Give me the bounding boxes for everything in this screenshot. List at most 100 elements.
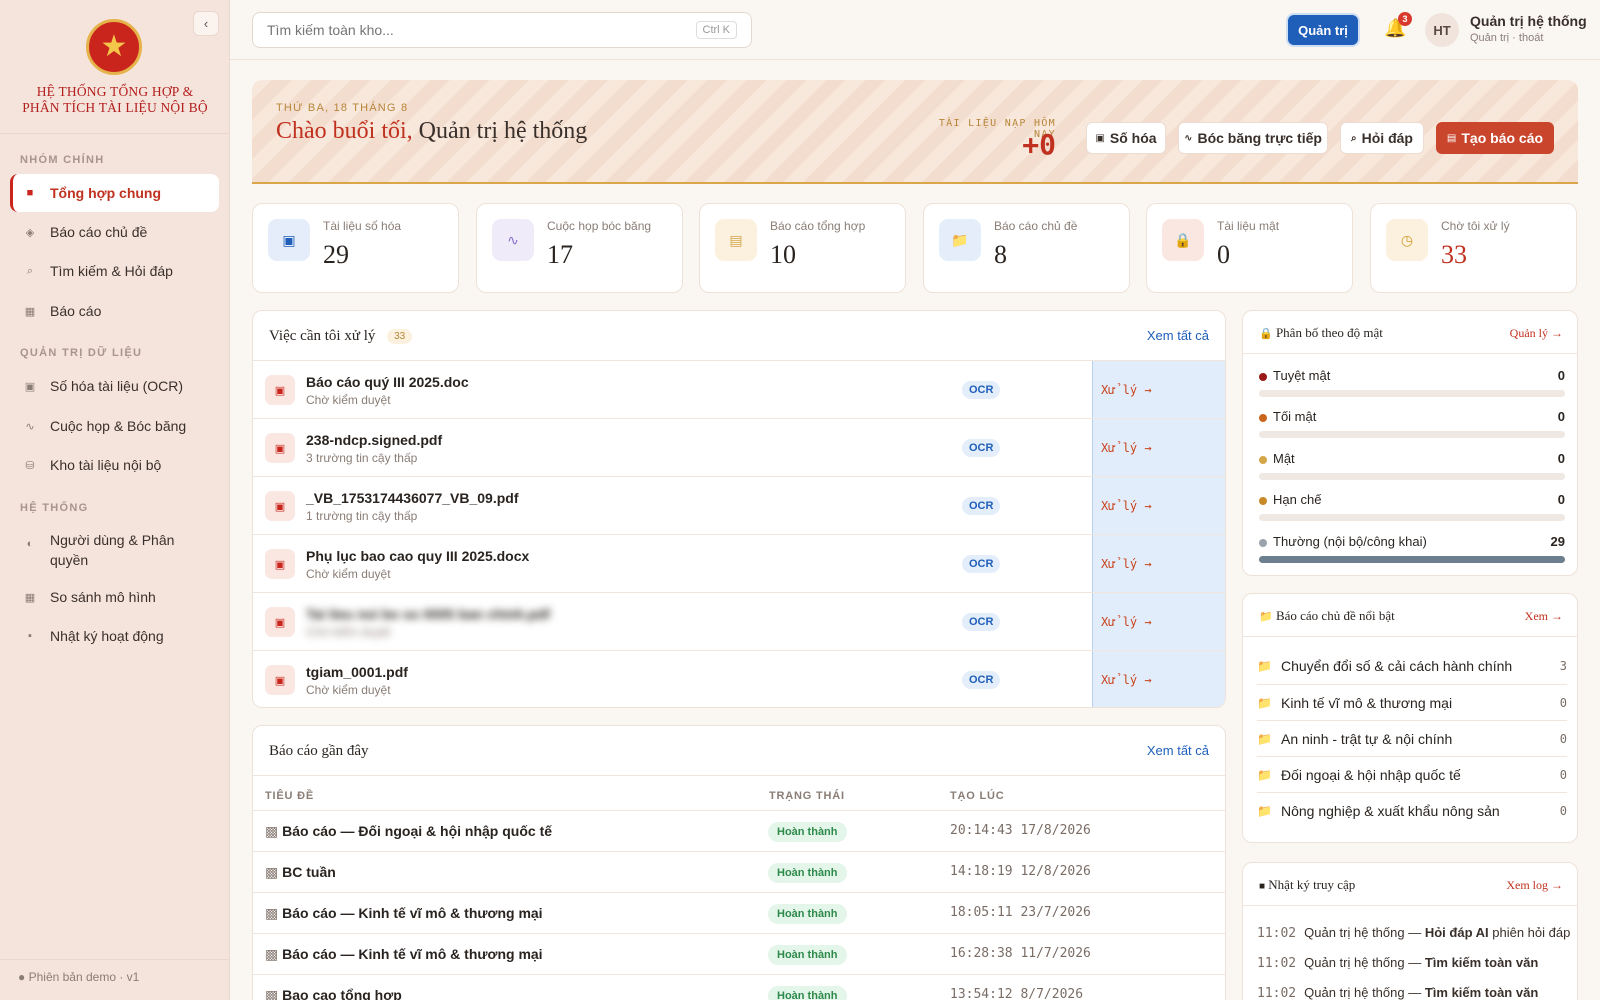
divider	[0, 959, 230, 960]
avatar[interactable]: HT	[1425, 13, 1459, 47]
process-button[interactable]: Xử lý →	[1092, 419, 1225, 477]
collapse-sidebar-button[interactable]: ‹	[193, 11, 219, 36]
stat-card-summary-reports[interactable]: ▤ Báo cáo tổng hợp 10	[699, 203, 906, 293]
qa-button[interactable]: ⌕ Hỏi đáp	[1340, 122, 1424, 154]
panel-title: 📁 Báo cáo chủ đề nổi bật	[1259, 608, 1395, 624]
status-dot-icon	[1259, 414, 1267, 422]
view-all-link[interactable]: Xem tất cả	[1147, 743, 1209, 758]
stat-value: 0	[1217, 240, 1230, 269]
live-transcribe-button[interactable]: ∿ Bóc băng trực tiếp	[1178, 122, 1328, 154]
todo-row[interactable]: ▣ tgiam_0001.pdf Chờ kiểm duyệt OCR Xử l…	[253, 650, 1225, 707]
sidebar-item-search-qa[interactable]: ⌕ Tìm kiếm & Hỏi đáp	[10, 252, 219, 290]
topic-count: 0	[1559, 732, 1567, 746]
stat-value: 17	[547, 240, 573, 269]
sidebar-item-reports[interactable]: ▦ Báo cáo	[10, 292, 219, 330]
stat-value: 10	[770, 240, 796, 269]
sidebar-item-meetings[interactable]: ∿ Cuộc họp & Bóc băng	[10, 407, 219, 445]
admin-button[interactable]: Quản trị	[1288, 15, 1358, 45]
view-link[interactable]: Xem →	[1525, 609, 1563, 624]
distribution-title: Phân bố theo độ mật	[1275, 325, 1383, 340]
sidebar-item-ocr[interactable]: ▣ Số hóa tài liệu (OCR)	[10, 367, 219, 405]
topic-count: 0	[1559, 768, 1567, 782]
global-search[interactable]: Ctrl K	[252, 12, 752, 48]
document-icon: ▩	[265, 987, 279, 1000]
topic-name: Đối ngoại & hội nhập quốc tế	[1281, 767, 1461, 783]
sidebar-item-repository[interactable]: ⛁ Kho tài liệu nội bộ	[10, 446, 219, 484]
document-icon: ▩	[265, 946, 279, 962]
list-item[interactable]: 📁 Đối ngoại & hội nhập quốc tế 0	[1257, 756, 1567, 792]
today-count: +0	[1022, 128, 1056, 161]
todo-row[interactable]: ▣ 238-ndcp.signed.pdf 3 trường tin cậy t…	[253, 418, 1225, 477]
status-dot-icon	[1259, 539, 1267, 547]
topic-count: 3	[1559, 659, 1567, 673]
todo-sub: Chờ kiểm duyệt	[306, 625, 391, 639]
process-button[interactable]: Xử lý →	[1092, 361, 1225, 419]
level-name: Thường (nội bộ/công khai)	[1273, 534, 1427, 549]
report-icon: ▤	[1446, 132, 1457, 144]
view-log-link[interactable]: Xem log →	[1506, 878, 1563, 893]
todo-row[interactable]: ▣ Phụ lục bao cao quy III 2025.docx Chờ …	[253, 534, 1225, 593]
user-name[interactable]: Quản trị hệ thống	[1470, 13, 1587, 29]
stat-card-pending[interactable]: ◷ Chờ tôi xử lý 33	[1370, 203, 1577, 293]
topic-name: Chuyển đổi số & cải cách hành chính	[1281, 658, 1513, 674]
status-badge: Hoàn thành	[768, 986, 847, 1000]
sidebar-item-overview[interactable]: ■ Tổng hợp chung	[10, 174, 219, 212]
clock-icon: ◷	[1386, 219, 1428, 261]
search-icon: ⌕	[1351, 132, 1357, 144]
user-role-logout[interactable]: Quản trị · thoát	[1470, 32, 1543, 44]
stat-card-meetings[interactable]: ∿ Cuộc họp bóc băng 17	[476, 203, 683, 293]
stat-label: Báo cáo tổng hợp	[770, 219, 866, 233]
manage-link[interactable]: Quản lý →	[1510, 326, 1563, 341]
process-button[interactable]: Xử lý →	[1092, 651, 1225, 707]
table-row[interactable]: ▩ Báo cáo — Đối ngoại & hội nhập quốc tế…	[253, 810, 1225, 851]
process-button[interactable]: Xử lý →	[1092, 535, 1225, 593]
compare-icon: ▦	[24, 591, 36, 604]
sidebar-item-model-compare[interactable]: ▦ So sánh mô hình	[10, 578, 219, 616]
section-main: NHÓM CHÍNH	[20, 154, 105, 166]
users-icon: ◐	[26, 538, 34, 550]
stat-card-digitized[interactable]: ▣ Tài liệu số hóa 29	[252, 203, 459, 293]
report-title-text: BC tuần	[282, 864, 336, 880]
process-button[interactable]: Xử lý →	[1092, 477, 1225, 535]
list-item[interactable]: 📁 Chuyển đổi số & cải cách hành chính 3	[1257, 648, 1567, 684]
list-item[interactable]: 📁 An ninh - trật tự & nội chính 0	[1257, 720, 1567, 756]
table-row[interactable]: ▩ BC tuần Hoàn thành 14:18:19 12/8/2026	[253, 851, 1225, 892]
folder-icon: 📁	[1257, 732, 1272, 746]
level-name: Tuyệt mật	[1273, 368, 1331, 383]
topic-icon: ◈	[25, 226, 35, 239]
sidebar-item-users[interactable]: ◐ Người dùng & Phân quyền	[10, 525, 219, 571]
view-all-link[interactable]: Xem tất cả	[1147, 328, 1209, 343]
list-item[interactable]: 📁 Nông nghiệp & xuất khẩu nông sản 0	[1257, 792, 1567, 828]
create-report-button[interactable]: ▤ Tạo báo cáo	[1436, 122, 1554, 154]
folder-icon: 📁	[1257, 804, 1272, 818]
stat-card-topic-reports[interactable]: 📁 Báo cáo chủ đề 8	[923, 203, 1130, 293]
sidebar-item-activity-log[interactable]: ▪ Nhật ký hoạt động	[10, 617, 219, 655]
document-icon: ▣	[265, 375, 295, 405]
sidebar-item-topic-reports[interactable]: ◈ Báo cáo chủ đề	[10, 213, 219, 251]
level-bar	[1259, 390, 1565, 397]
todo-sub: 1 trường tin cậy thấp	[306, 509, 418, 523]
todo-row[interactable]: ▣ Báo cáo quý III 2025.doc Chờ kiểm duyệ…	[253, 360, 1225, 419]
log-entry: 11:02 Quản trị hệ thống — Hỏi đáp AI phiê…	[1257, 925, 1570, 941]
document-icon: ▣	[265, 433, 295, 463]
digitize-button[interactable]: ▣ Số hóa	[1086, 122, 1166, 154]
sidebar-item-label: Báo cáo chủ đề	[50, 224, 148, 240]
stat-card-classified[interactable]: 🔒 Tài liệu mật 0	[1146, 203, 1353, 293]
todo-row[interactable]: ▣ _VB_1753174436077_VB_09.pdf 1 trường t…	[253, 476, 1225, 535]
level-count: 0	[1557, 451, 1565, 466]
todo-row[interactable]: ▣ Tai lieu noi bo so 0005 ban chinh.pdf …	[253, 592, 1225, 651]
search-input[interactable]	[267, 22, 696, 38]
table-row[interactable]: ▩ Bao cao tổng hợp Hoàn thành 13:54:12 8…	[253, 974, 1225, 1000]
search-icon: ⌕	[26, 264, 34, 277]
current-date: THỨ BA, 18 THÁNG 8	[276, 102, 409, 114]
table-row[interactable]: ▩ Báo cáo — Kinh tế vĩ mô & thương mại H…	[253, 933, 1225, 974]
list-item[interactable]: 📁 Kinh tế vĩ mô & thương mại 0	[1257, 684, 1567, 720]
process-button[interactable]: Xử lý →	[1092, 593, 1225, 651]
log-action: Tìm kiếm toàn văn	[1424, 955, 1539, 970]
stat-label: Tài liệu mật	[1217, 219, 1280, 233]
report-title-text: Báo cáo — Đối ngoại & hội nhập quốc tế	[282, 823, 553, 839]
brand-title: HỆ THỐNG TỔNG HỢP & PHÂN TÍCH TÀI LIỆU N…	[0, 84, 230, 116]
document-icon: ▩	[265, 823, 279, 839]
table-row[interactable]: ▩ Báo cáo — Kinh tế vĩ mô & thương mại H…	[253, 892, 1225, 933]
sidebar-item-label: Cuộc họp & Bóc băng	[50, 418, 187, 434]
